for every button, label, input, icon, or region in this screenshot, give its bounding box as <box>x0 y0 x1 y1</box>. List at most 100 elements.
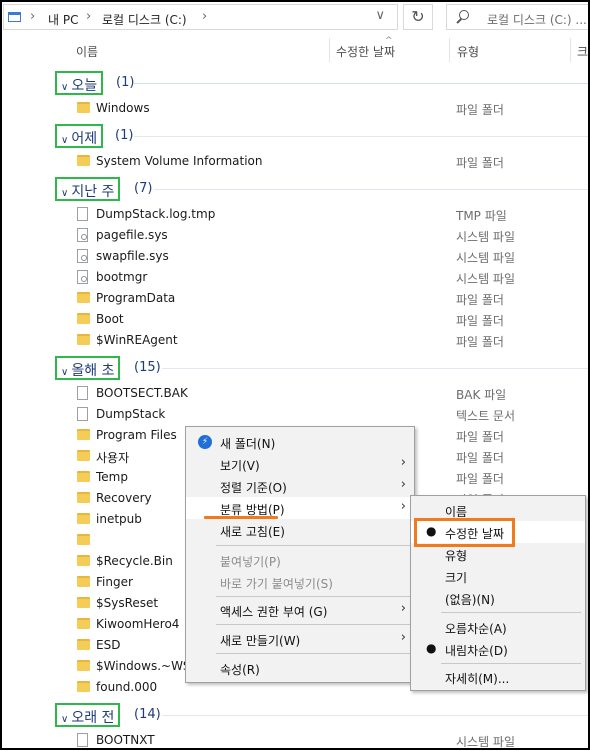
file-name: pagefile.sys <box>96 228 168 242</box>
folder-icon <box>77 429 90 440</box>
chevron-down-icon: ∨ <box>61 188 69 199</box>
system-file-icon <box>77 249 88 263</box>
folder-icon <box>77 102 90 113</box>
group-label: ∨ 어제 <box>55 124 104 148</box>
file-name: Temp <box>96 470 128 484</box>
search-icon <box>459 10 469 20</box>
submenu-arrow-icon: › <box>400 499 406 514</box>
breadcrumb-my-pc[interactable]: 내 PC <box>48 11 78 28</box>
menu-separator <box>216 545 410 546</box>
group-count: (15) <box>134 360 161 375</box>
submenu-item-descending[interactable]: ● 내림차순(D) <box>411 638 585 660</box>
file-name: BOOTNXT <box>96 733 155 747</box>
folder-icon <box>77 313 90 324</box>
menu-item-paste-shortcut: 바로 가기 붙여넣기(S) <box>220 577 333 591</box>
group-divider <box>162 715 590 716</box>
list-item[interactable]: System Volume Information 파일 폴더 <box>0 151 590 172</box>
menu-item-give-access[interactable]: 액세스 권한 부여 (G) › <box>186 599 414 621</box>
document-icon <box>77 733 88 747</box>
column-divider[interactable] <box>570 38 571 62</box>
menu-separator <box>216 596 410 597</box>
group-last-week[interactable]: ∨ 지난 주 (7) <box>0 177 590 201</box>
folder-icon <box>77 576 90 587</box>
submenu-item-size[interactable]: 크기 <box>411 565 585 587</box>
file-name: inetpub <box>96 512 142 526</box>
list-item[interactable]: $WinREAgent 파일 폴더 <box>0 330 590 351</box>
group-count: (7) <box>134 181 153 196</box>
menu-item-new-folder[interactable]: ⚡ 새 폴더(N) <box>186 431 414 453</box>
file-type: 파일 폴더 <box>456 430 504 444</box>
submenu-arrow-icon: › <box>400 630 406 645</box>
folder-icon <box>77 492 90 503</box>
menu-item-properties[interactable]: 속성(R) <box>186 657 414 679</box>
address-bar[interactable]: › 내 PC › 로컬 디스크 (C:) › ∨ <box>3 4 398 30</box>
column-divider[interactable] <box>329 38 330 62</box>
file-name: found.000 <box>96 680 158 694</box>
context-menu: ⚡ 새 폴더(N) 보기(V) › 정렬 기준(O) › 분류 방법(P) › … <box>185 426 415 683</box>
search-box[interactable]: 로컬 디스크 (C:) ... <box>446 4 590 30</box>
submenu-item-none[interactable]: (없음)(N) <box>411 587 585 609</box>
folder-icon <box>77 660 90 671</box>
list-item[interactable]: pagefile.sys 시스템 파일 <box>0 225 590 246</box>
file-name: System Volume Information <box>96 154 263 168</box>
document-icon <box>77 207 88 221</box>
menu-item-view[interactable]: 보기(V) › <box>186 453 414 475</box>
file-type: 파일 폴더 <box>456 103 504 117</box>
file-type: 시스템 파일 <box>456 735 516 749</box>
breadcrumb-separator: › <box>86 9 92 24</box>
file-type: 파일 폴더 <box>456 335 504 349</box>
menu-item-group-by[interactable]: 분류 방법(P) › <box>186 497 414 519</box>
list-item[interactable]: bootmgr 시스템 파일 <box>0 267 590 288</box>
document-icon <box>77 386 88 400</box>
file-type: 시스템 파일 <box>456 230 516 244</box>
group-divider <box>162 368 590 369</box>
folder-icon <box>77 618 90 629</box>
folder-icon <box>77 513 90 524</box>
menu-separator <box>216 653 410 654</box>
list-item[interactable]: Boot 파일 폴더 <box>0 309 590 330</box>
list-item[interactable]: DumpStack 텍스트 문서 <box>0 404 590 425</box>
file-type: 텍스트 문서 <box>456 409 516 423</box>
submenu-item-more[interactable]: 자세히(M)... <box>411 666 585 688</box>
folder-icon <box>77 450 90 461</box>
list-item[interactable]: BOOTNXT 시스템 파일 <box>0 730 590 751</box>
group-yesterday[interactable]: ∨ 어제 (1) <box>0 124 590 148</box>
file-type: 파일 폴더 <box>456 156 504 170</box>
breadcrumb-local-disk[interactable]: 로컬 디스크 (C:) <box>102 11 187 28</box>
column-type[interactable]: 유형 <box>457 43 479 60</box>
column-divider[interactable] <box>449 38 450 62</box>
file-type: 파일 폴더 <box>456 451 504 465</box>
column-name[interactable]: 이름 <box>76 43 98 60</box>
list-item[interactable]: DumpStack.log.tmp TMP 파일 <box>0 204 590 225</box>
group-today[interactable]: ∨ 오늘 (1) <box>0 71 590 95</box>
list-item[interactable]: Windows 파일 폴더 <box>0 98 590 119</box>
folder-icon <box>77 155 90 166</box>
group-earlier-this-year[interactable]: ∨ 올해 초 (15) <box>0 356 590 380</box>
chevron-down-icon: ∨ <box>61 135 69 146</box>
file-name: Boot <box>96 312 124 326</box>
menu-item-new[interactable]: 새로 만들기(W) › <box>186 628 414 650</box>
submenu-item-ascending[interactable]: 오름차순(A) <box>411 616 585 638</box>
folder-icon <box>77 597 90 608</box>
folder-icon <box>77 639 90 650</box>
folder-icon <box>77 534 90 545</box>
list-item[interactable]: ProgramData 파일 폴더 <box>0 288 590 309</box>
group-divider <box>134 136 590 137</box>
group-divider <box>154 189 590 190</box>
column-size[interactable]: 크 <box>577 43 588 60</box>
file-type: 파일 폴더 <box>456 314 504 328</box>
group-label: ∨ 지난 주 <box>55 177 121 201</box>
file-name: DumpStack <box>96 407 166 421</box>
file-name: ProgramData <box>96 291 176 305</box>
column-date[interactable]: 수정한 날짜 <box>336 43 395 60</box>
list-item[interactable]: BOOTSECT.BAK BAK 파일 <box>0 383 590 404</box>
menu-item-refresh[interactable]: 새로 고침(E) <box>186 519 414 541</box>
address-dropdown-icon[interactable]: ∨ <box>375 8 385 23</box>
group-long-ago[interactable]: ∨ 오래 전 (14) <box>0 703 590 727</box>
file-type: BAK 파일 <box>456 388 507 402</box>
menu-item-sort-by[interactable]: 정렬 기준(O) › <box>186 475 414 497</box>
file-type: 시스템 파일 <box>456 251 516 265</box>
list-item[interactable]: swapfile.sys 시스템 파일 <box>0 246 590 267</box>
group-divider <box>134 83 590 84</box>
refresh-button[interactable]: ↻ <box>403 4 433 30</box>
